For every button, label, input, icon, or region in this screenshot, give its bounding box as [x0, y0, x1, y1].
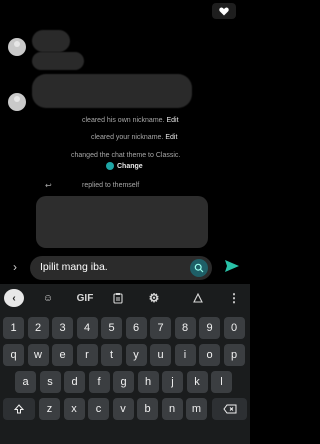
- key-g[interactable]: g: [113, 371, 134, 393]
- key-v[interactable]: v: [112, 398, 134, 420]
- key-l[interactable]: l: [211, 371, 232, 393]
- more-options-icon[interactable]: ⋮: [226, 289, 242, 307]
- key-7[interactable]: 7: [150, 317, 171, 339]
- key-j[interactable]: j: [162, 371, 183, 393]
- like-button[interactable]: [212, 3, 236, 19]
- emoji-button[interactable]: [190, 259, 208, 277]
- quoted-message[interactable]: [36, 196, 208, 248]
- edit-link[interactable]: Edit: [166, 117, 178, 124]
- reply-arrow-icon: ↩: [45, 181, 52, 190]
- key-u[interactable]: u: [150, 344, 171, 366]
- key-3[interactable]: 3: [52, 317, 73, 339]
- heart-icon: [219, 6, 229, 15]
- key-i[interactable]: i: [174, 344, 196, 366]
- key-o[interactable]: o: [199, 344, 220, 366]
- redacted-message: [32, 30, 70, 52]
- send-icon: [225, 260, 239, 272]
- key-m[interactable]: m: [186, 398, 207, 420]
- shift-icon: [14, 404, 24, 414]
- clipboard-icon[interactable]: [110, 289, 126, 307]
- key-6[interactable]: 6: [125, 317, 147, 339]
- avatar[interactable]: [8, 38, 26, 56]
- key-p[interactable]: p: [223, 344, 245, 366]
- key-a[interactable]: a: [15, 371, 36, 393]
- redacted-message: [32, 74, 192, 108]
- key-q[interactable]: q: [3, 344, 24, 366]
- system-message: cleared his own nickname. Edit: [82, 117, 179, 124]
- key-5[interactable]: 5: [101, 317, 122, 339]
- send-button[interactable]: [224, 258, 240, 279]
- key-0[interactable]: 0: [223, 317, 245, 339]
- key-d[interactable]: d: [64, 371, 85, 393]
- key-z[interactable]: z: [39, 398, 60, 420]
- message-input-text: Ipilit mang iba.: [40, 261, 108, 273]
- emoji-icon[interactable]: ☺: [40, 289, 56, 307]
- key-k[interactable]: k: [186, 371, 208, 393]
- key-1[interactable]: 1: [3, 317, 24, 339]
- key-f[interactable]: f: [88, 371, 110, 393]
- key-w[interactable]: w: [27, 344, 49, 366]
- system-message: cleared your nickname. Edit: [91, 134, 178, 141]
- key-9[interactable]: 9: [199, 317, 220, 339]
- key-4[interactable]: 4: [76, 317, 98, 339]
- settings-icon[interactable]: ⚙: [146, 289, 162, 307]
- key-b[interactable]: b: [137, 398, 158, 420]
- theme-dot-icon: [106, 162, 114, 170]
- redacted-message: [32, 52, 84, 70]
- reply-label: replied to themself: [82, 182, 140, 189]
- change-theme-link[interactable]: Change: [106, 162, 143, 170]
- avatar[interactable]: [8, 93, 26, 111]
- backspace-key[interactable]: [212, 398, 247, 420]
- system-message: changed the chat theme to Classic.: [71, 152, 181, 159]
- key-s[interactable]: s: [39, 371, 61, 393]
- edit-link[interactable]: Edit: [165, 134, 177, 141]
- keyboard-back-button[interactable]: ‹: [4, 289, 24, 307]
- key-8[interactable]: 8: [174, 317, 196, 339]
- keyboard-toolbar: ‹ ☺ GIF ⚙ ⋮: [0, 284, 250, 312]
- search-icon: [194, 263, 204, 273]
- key-y[interactable]: y: [125, 344, 147, 366]
- key-c[interactable]: c: [88, 398, 109, 420]
- key-n[interactable]: n: [161, 398, 183, 420]
- key-h[interactable]: h: [137, 371, 159, 393]
- key-x[interactable]: x: [63, 398, 85, 420]
- message-input[interactable]: Ipilit mang iba.: [30, 256, 212, 280]
- key-r[interactable]: r: [76, 344, 98, 366]
- palette-icon[interactable]: [190, 289, 206, 307]
- key-t[interactable]: t: [101, 344, 122, 366]
- keyboard: ‹ ☺ GIF ⚙ ⋮ 1 2 3 4 5 6 7 8 9 0 q w e r …: [0, 284, 250, 444]
- key-e[interactable]: e: [52, 344, 73, 366]
- gif-button[interactable]: GIF: [74, 289, 96, 307]
- key-2[interactable]: 2: [27, 317, 49, 339]
- chevron-right-icon[interactable]: ›: [13, 260, 17, 274]
- backspace-icon: [222, 404, 236, 414]
- shift-key[interactable]: [3, 398, 35, 420]
